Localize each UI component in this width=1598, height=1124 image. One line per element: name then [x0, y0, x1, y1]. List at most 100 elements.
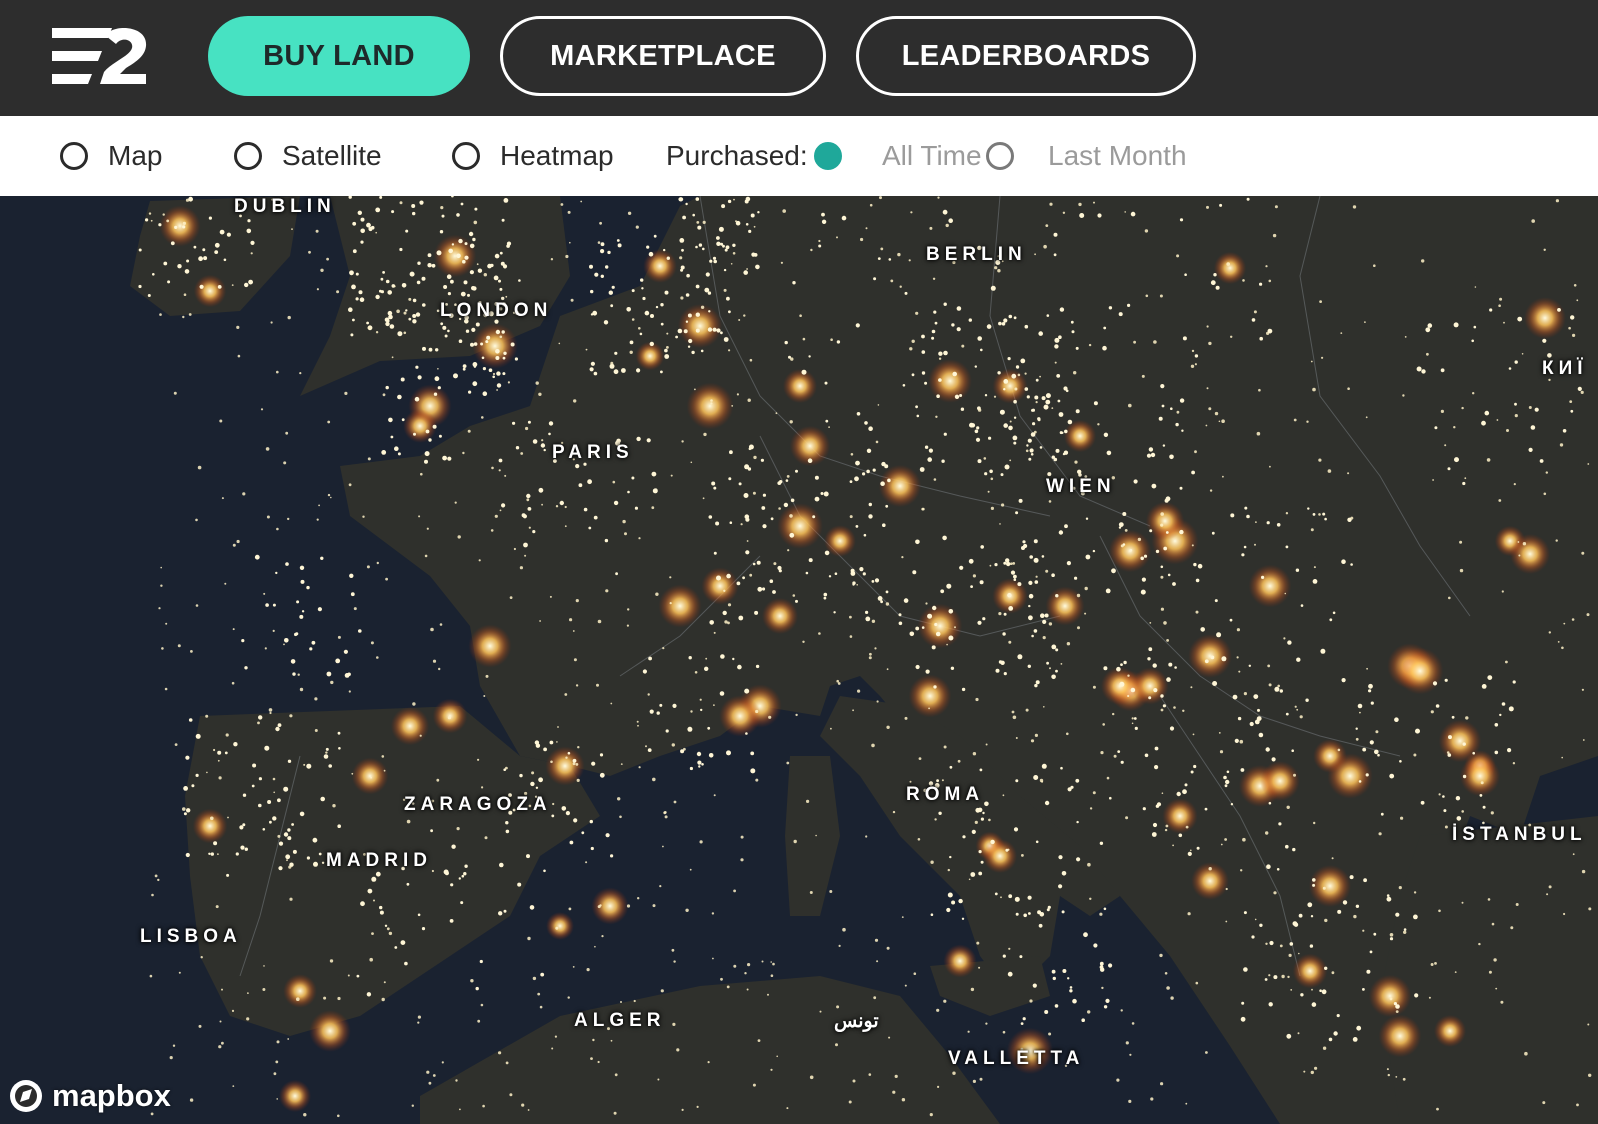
purchase-point [890, 279, 894, 283]
purchase-point [712, 327, 717, 332]
purchase-point [1453, 322, 1459, 328]
purchase-point [729, 521, 733, 524]
purchase-point [1273, 891, 1277, 895]
purchase-point [258, 777, 262, 781]
purchase-point [517, 882, 522, 887]
purchase-point [921, 334, 925, 339]
purchase-point [1195, 578, 1200, 583]
purchase-point [780, 261, 784, 264]
purchase-point [198, 1024, 202, 1028]
purchase-point [745, 732, 748, 735]
heatmap-map[interactable]: DUBLIN LONDON BERLIN КИЇ PARIS WIEN ZARA… [0, 196, 1598, 1124]
purchase-point [358, 629, 362, 633]
purchase-point [1588, 1073, 1592, 1077]
purchase-point [783, 502, 789, 508]
purchase-point [744, 972, 747, 975]
purchase-point [1205, 424, 1208, 427]
purchase-point [1128, 1099, 1132, 1103]
purchase-point [1278, 822, 1282, 826]
purchase-point [1241, 1001, 1245, 1005]
purchase-point [263, 592, 266, 595]
purchase-point [471, 327, 476, 332]
purchase-point [671, 948, 675, 952]
all-time-radio[interactable]: All Time [814, 116, 982, 196]
purchase-point [560, 203, 564, 206]
purchase-point [871, 619, 876, 623]
purchase-point [1337, 748, 1341, 752]
purchase-point [687, 726, 693, 732]
purchase-point [681, 440, 684, 443]
purchase-point [505, 295, 508, 298]
purchase-point [417, 1015, 421, 1019]
purchase-point [518, 279, 521, 282]
e2-logo[interactable] [50, 26, 150, 88]
purchase-point [241, 639, 245, 643]
purchase-point [1312, 883, 1316, 887]
purchase-point [898, 621, 903, 626]
purchase-point [1311, 1002, 1317, 1007]
purchase-point [933, 685, 937, 689]
purchase-point [1268, 974, 1271, 977]
purchase-point [767, 993, 769, 996]
purchase-point [888, 1036, 891, 1039]
purchase-point [1559, 443, 1564, 447]
purchase-point [359, 297, 365, 302]
purchase-point [1125, 1041, 1129, 1045]
purchase-point [862, 572, 866, 576]
purchase-point [1111, 568, 1116, 574]
purchase-point [380, 277, 384, 281]
map-canvas[interactable] [0, 196, 1598, 1124]
last-month-radio[interactable]: Last Month [986, 116, 1187, 196]
purchase-point [1014, 896, 1020, 902]
purchase-point [761, 506, 766, 510]
last-month-label: Last Month [1048, 140, 1187, 171]
marketplace-button[interactable]: MARKETPLACE [500, 16, 826, 96]
purchase-point [1224, 784, 1228, 788]
purchase-point [701, 763, 704, 766]
purchase-point [330, 496, 332, 499]
purchase-point [1268, 801, 1272, 805]
purchase-point [726, 985, 730, 989]
purchase-point [698, 765, 701, 768]
purchase-point [999, 409, 1005, 415]
purchase-point [1064, 429, 1068, 434]
purchase-point [1053, 457, 1058, 462]
purchase-point [1291, 749, 1294, 752]
purchase-point [819, 1010, 822, 1013]
purchase-point [459, 1108, 461, 1111]
purchase-point [1208, 407, 1212, 411]
purchase-point [711, 481, 716, 486]
mapbox-attribution[interactable]: mapbox [8, 1078, 171, 1114]
satellite-radio[interactable]: Satellite [234, 116, 382, 196]
map-radio[interactable]: Map [60, 116, 162, 196]
purchase-point [327, 493, 331, 497]
purchase-point [539, 1005, 543, 1009]
purchase-point [915, 405, 918, 409]
heatmap-radio[interactable]: Heatmap [452, 116, 614, 196]
leaderboards-button[interactable]: LEADERBOARDS [856, 16, 1196, 96]
city-label-paris: PARIS [552, 442, 634, 463]
purchase-point [974, 429, 979, 434]
purchase-point [1508, 706, 1514, 712]
purchase-point [381, 997, 385, 1002]
purchase-point [314, 729, 318, 732]
purchase-point [921, 626, 925, 629]
purchase-point [1049, 202, 1053, 206]
purchase-point [1440, 409, 1444, 413]
heat-glow [782, 368, 818, 404]
purchase-point [720, 242, 724, 246]
buy-land-button[interactable]: BUY LAND [208, 16, 470, 96]
purchase-point [1332, 611, 1336, 615]
purchase-point [531, 771, 535, 775]
purchase-point [329, 959, 334, 963]
purchase-point [355, 272, 359, 276]
purchase-point [1341, 678, 1346, 683]
purchase-point [1363, 878, 1367, 883]
purchase-point [1003, 318, 1008, 323]
purchase-point [523, 542, 528, 548]
purchase-point [1124, 211, 1126, 213]
purchase-point [1545, 471, 1549, 474]
purchase-point [1041, 396, 1046, 401]
purchase-point [1176, 791, 1181, 797]
purchase-point [836, 340, 841, 344]
